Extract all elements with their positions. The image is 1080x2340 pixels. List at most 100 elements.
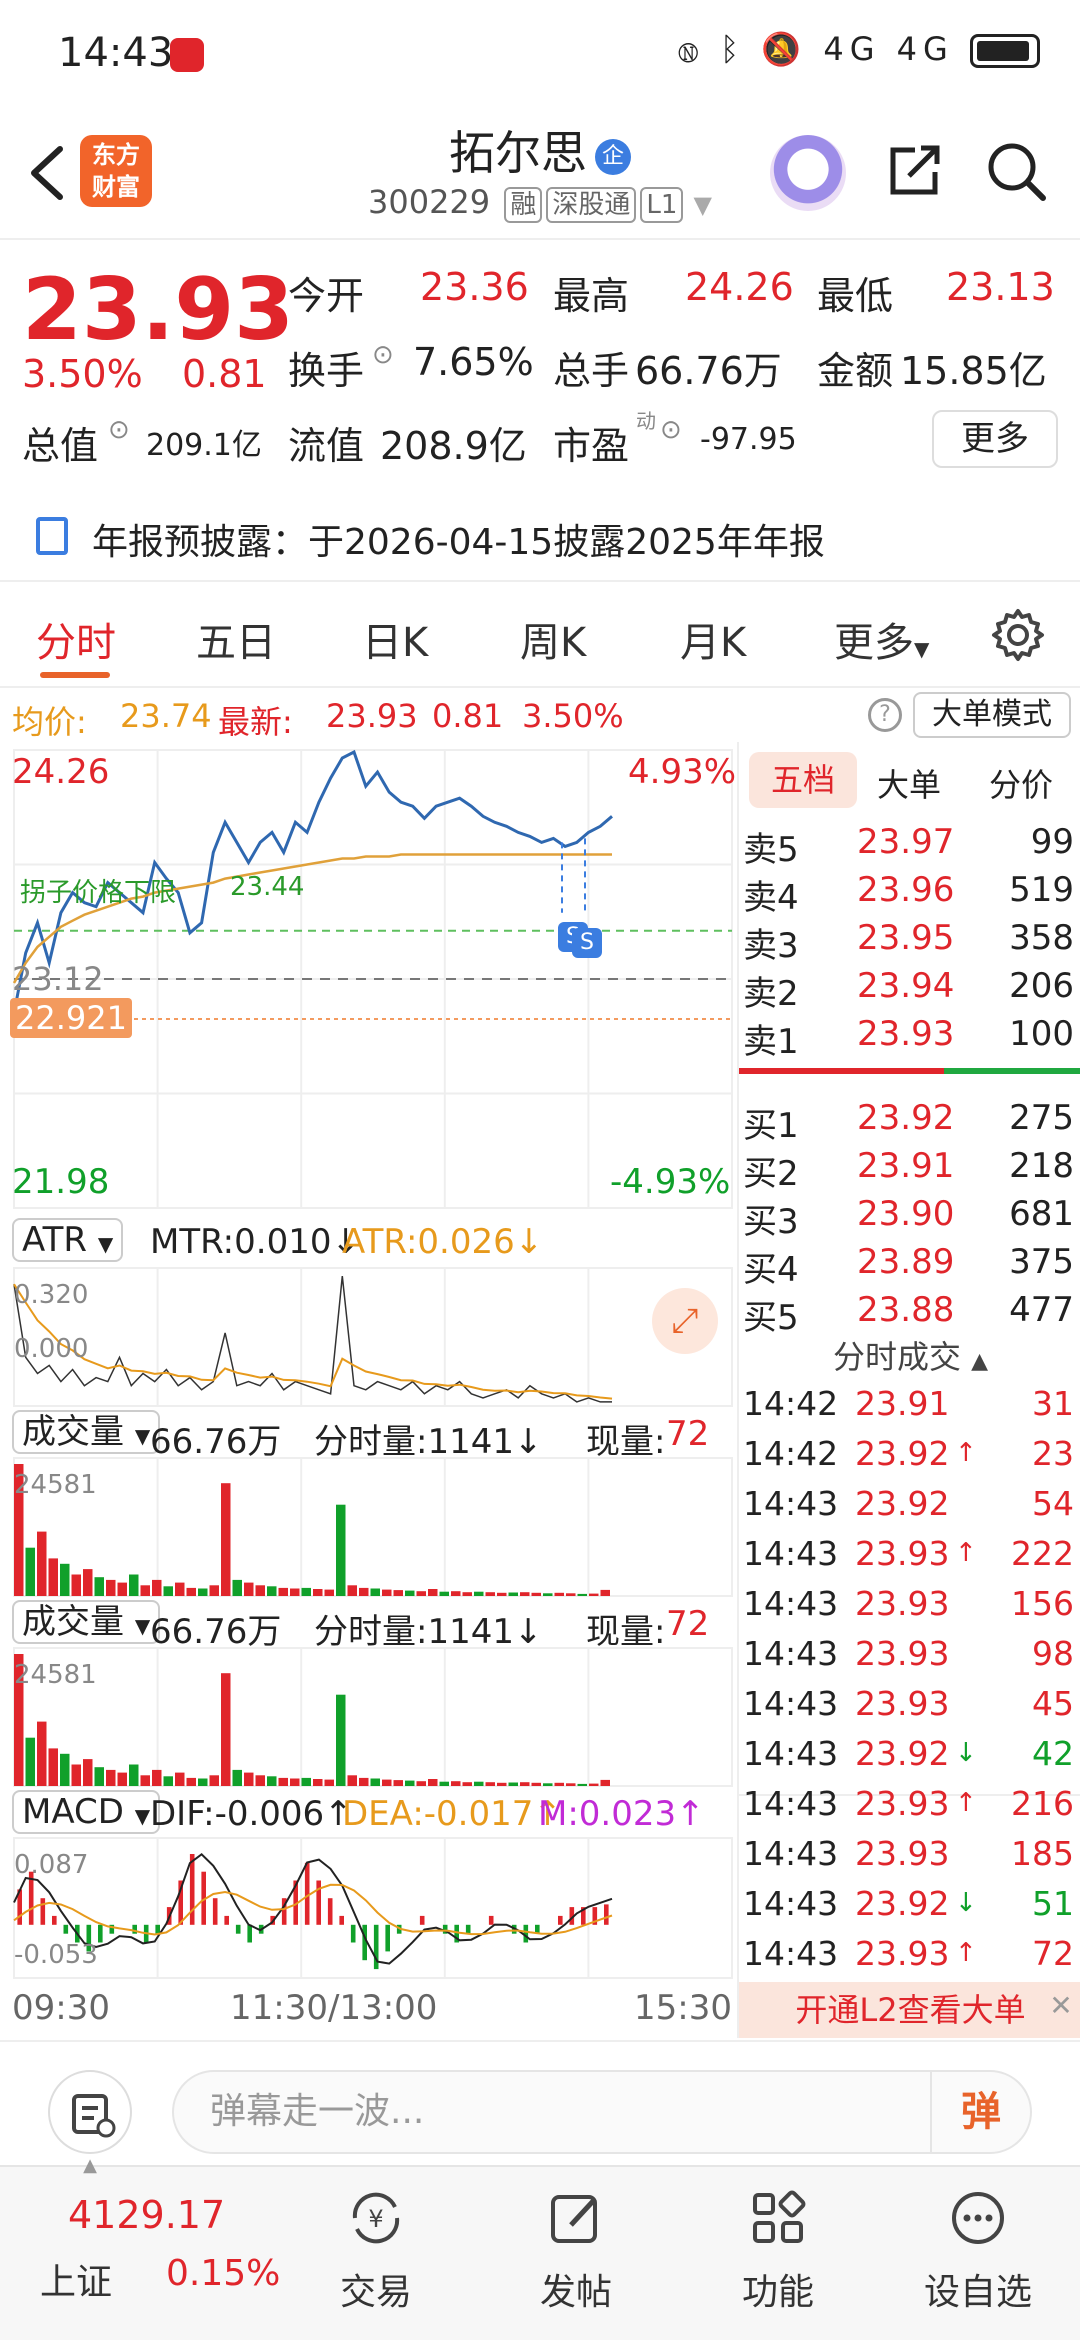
volume-bar [232, 1579, 242, 1596]
info-change-pct: 3.50% [522, 697, 624, 735]
index-value[interactable]: 4129.17 [68, 2193, 225, 2237]
bid-volume: 218 [1009, 1146, 1074, 1186]
caret-up-icon: ▲ [971, 1349, 989, 1374]
tab-more[interactable]: 更多▼ [834, 610, 929, 668]
tab-five-levels[interactable]: 五档 [749, 752, 857, 808]
volume-bar [577, 1783, 587, 1786]
trade-price: 23.93 [855, 1534, 950, 1573]
volume-selector[interactable]: 成交量 ▼ [12, 1410, 161, 1454]
more-button[interactable]: 更多 [932, 410, 1058, 468]
tab-weekly-k[interactable]: 周K [520, 610, 586, 668]
assistant-avatar[interactable] [770, 135, 846, 211]
help-icon[interactable]: ? [868, 698, 902, 732]
macd-selector[interactable]: MACD ▼ [12, 1790, 161, 1834]
volume-bar [221, 1673, 231, 1786]
volume-bar [451, 1591, 461, 1596]
macd-m: M:0.023↑ [538, 1794, 705, 1834]
nav-watchlist[interactable]: 设自选 [898, 2187, 1058, 2315]
volume-bar [462, 1782, 472, 1786]
volume-bar [71, 1764, 81, 1786]
turnover-value: 7.65% [413, 340, 534, 384]
volume-bar [347, 1775, 357, 1786]
info-dots-icon[interactable]: ⊙ [372, 340, 394, 370]
nav-functions[interactable]: 功能 [698, 2187, 858, 2315]
volume-bar [566, 1783, 576, 1786]
volume-selector[interactable]: 成交量 ▼ [12, 1600, 161, 1644]
macd-header: MACD ▼ DIF:-0.006↑ DEA:-0.017↑ M:0.023↑ [0, 1788, 735, 1840]
tab-monthly-k[interactable]: 月K [680, 610, 746, 668]
trades-header[interactable]: 分时成交 ▲ [739, 1332, 1080, 1378]
index-name[interactable]: 上证 [40, 2253, 112, 2305]
volume-bar [577, 1593, 587, 1596]
tab-price-dist[interactable]: 分价 [989, 760, 1053, 806]
macd-bottom: -0.053 [14, 1940, 98, 1970]
macd-bar [316, 1880, 321, 1925]
info-dots-icon[interactable]: ⊙ [108, 415, 130, 445]
ask-row[interactable]: 卖2 23.94 206 [739, 966, 1080, 1014]
macd-bar [604, 1904, 609, 1925]
ask-row[interactable]: 卖1 23.93 100 [739, 1014, 1080, 1062]
bid-row[interactable]: 买3 23.90 681 [739, 1194, 1080, 1242]
ask-level: 卖1 [743, 1022, 799, 1062]
pe-value: -97.95 [700, 422, 797, 457]
ask-row[interactable]: 卖5 23.97 99 [739, 822, 1080, 870]
fullscreen-icon[interactable]: ⤢ [652, 1288, 718, 1354]
bid-price: 23.90 [857, 1194, 955, 1234]
share-icon[interactable] [885, 140, 945, 200]
volume-bar [129, 1574, 139, 1596]
info-dots-icon[interactable]: ⊙ [660, 415, 682, 445]
bid-row[interactable]: 买2 23.91 218 [739, 1146, 1080, 1194]
caret-down-icon: ▼ [134, 1804, 151, 1828]
sell-signal-icon[interactable]: S [572, 928, 602, 958]
prev-close-label: 23.12 [12, 960, 104, 998]
volume-bar [175, 1582, 185, 1596]
status-bar: 14:43 Ⓝ ᛒ 🔕 4G 4G [0, 0, 1080, 105]
l2-upgrade-banner[interactable]: 开通L2查看大单 ✕ [739, 1982, 1080, 2038]
volume-bar [117, 1582, 127, 1596]
volume-bar [382, 1779, 392, 1786]
chevron-down-icon[interactable]: ▼ [694, 191, 712, 219]
chart-ymin-pct: -4.93% [610, 1162, 731, 1202]
bid-row[interactable]: 买5 23.88 477 [739, 1290, 1080, 1338]
search-icon[interactable] [985, 140, 1047, 202]
tab-five-day[interactable]: 五日 [196, 610, 276, 668]
nav-trade[interactable]: ¥ 交易 [296, 2187, 456, 2315]
bid-row[interactable]: 买4 23.89 375 [739, 1242, 1080, 1290]
ask-row[interactable]: 卖4 23.96 519 [739, 870, 1080, 918]
volume-bar [209, 1775, 219, 1786]
volume-bar [600, 1589, 610, 1596]
macd-bar [235, 1924, 241, 1934]
trade-time: 14:43 [743, 1634, 839, 1673]
close-icon[interactable]: ✕ [1046, 1992, 1076, 2022]
comment-settings-icon[interactable] [48, 2070, 132, 2154]
open-value: 23.36 [420, 265, 529, 309]
notice-banner[interactable]: 年报预披露：于2026-04-15披露2025年年报 [0, 495, 1080, 575]
volume-bar [152, 1579, 162, 1596]
gear-icon[interactable] [990, 607, 1046, 663]
ask-row[interactable]: 卖3 23.95 358 [739, 918, 1080, 966]
volume-bar [439, 1781, 449, 1786]
volume-bar [209, 1585, 219, 1596]
tab-big-orders[interactable]: 大单 [877, 760, 941, 806]
atr-selector[interactable]: ATR ▼ [12, 1218, 124, 1262]
chart-area[interactable]: 24.26 4.93% 拐子价格下限 23.44 23.12 22.921 S … [0, 742, 736, 2038]
trade-direction: ↑ [955, 1938, 977, 1968]
volume-bar [37, 1721, 47, 1786]
limit-value: 23.44 [230, 872, 305, 902]
volume-bar [439, 1591, 449, 1596]
volume-bar [83, 1569, 93, 1596]
danmu-input[interactable]: 弹幕走一波... [172, 2070, 1032, 2154]
volume-bar [129, 1764, 139, 1786]
bid-row[interactable]: 买1 23.92 275 [739, 1098, 1080, 1146]
tab-daily-k[interactable]: 日K [362, 610, 428, 668]
volume-bar [301, 1777, 311, 1786]
tab-intraday[interactable]: 分时 [36, 610, 116, 668]
nav-post[interactable]: 发帖 [496, 2187, 656, 2315]
danmu-toggle-button[interactable]: 弹 [930, 2072, 1030, 2152]
index-pct[interactable]: 0.15% [166, 2253, 280, 2294]
trade-row: 14:43 23.93 185 [739, 1834, 1080, 1884]
bid-level: 买2 [743, 1154, 799, 1194]
big-order-mode-button[interactable]: 大单模式 [913, 692, 1071, 738]
caret-up-icon[interactable]: ▲ [0, 2155, 180, 2176]
status-icons: Ⓝ ᛒ 🔕 4G 4G [679, 30, 1040, 68]
